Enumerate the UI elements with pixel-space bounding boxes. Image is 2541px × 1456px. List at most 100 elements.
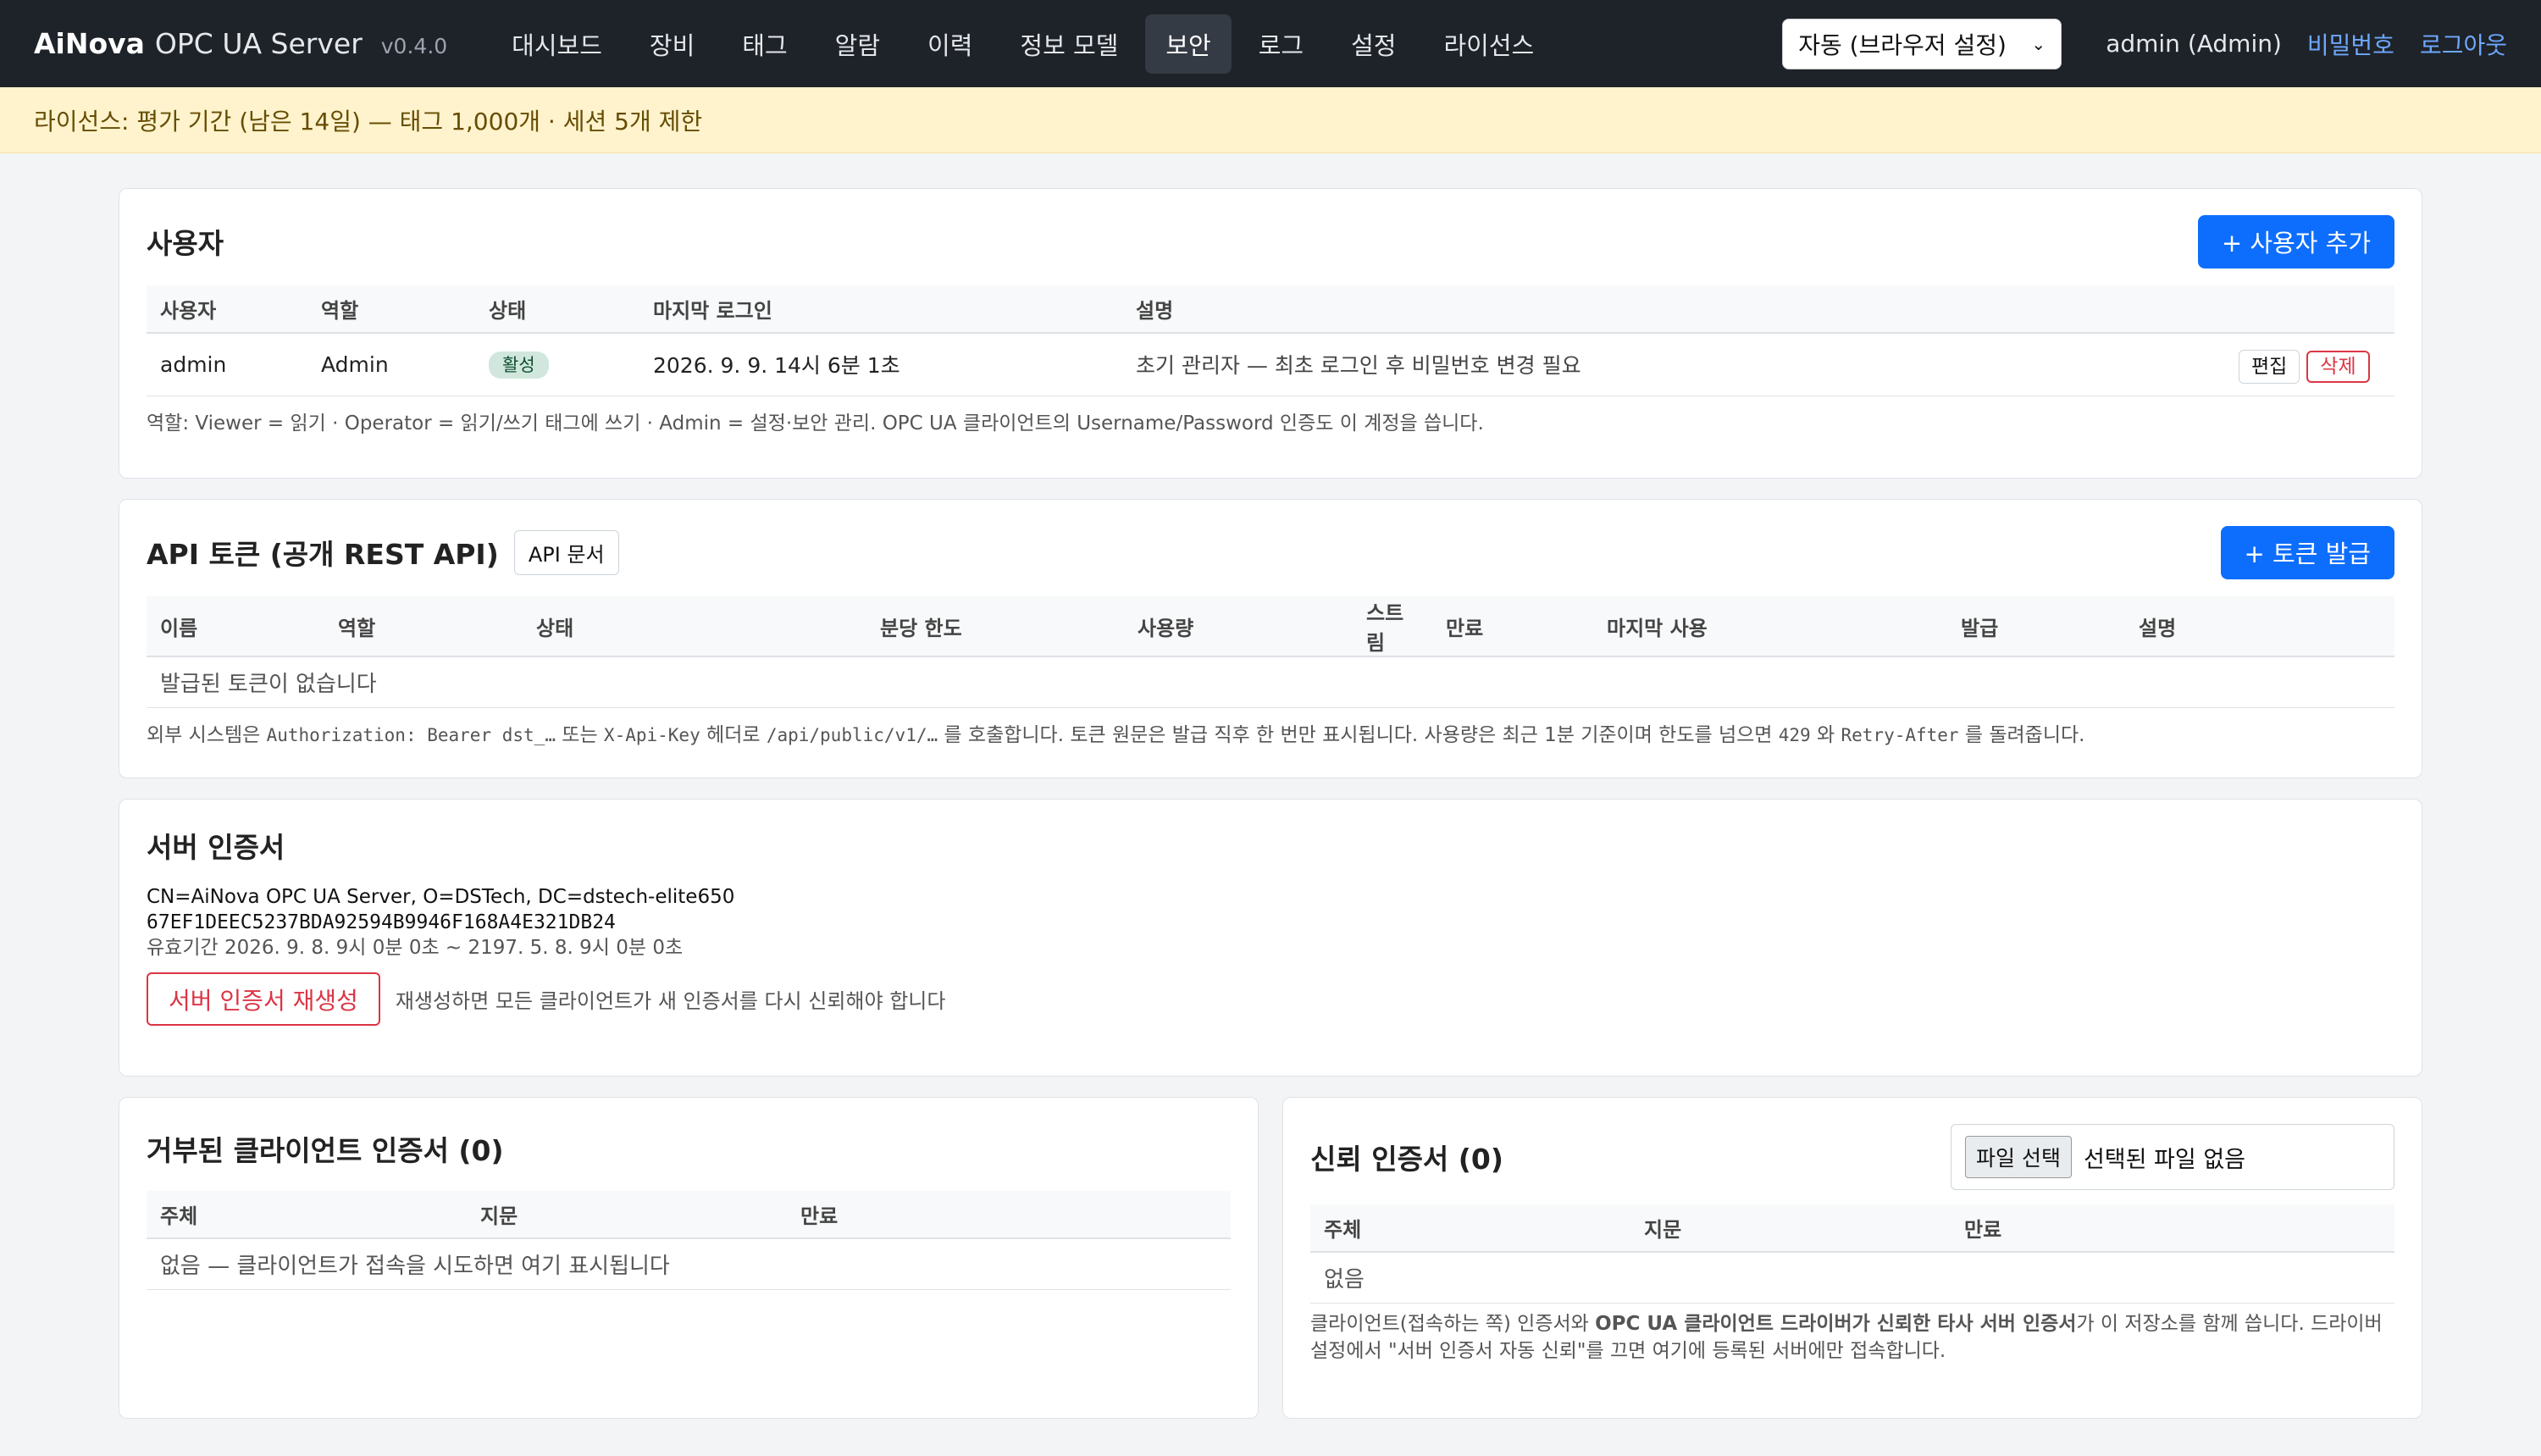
add-user-button[interactable]: + 사용자 추가 [2197,214,2394,269]
col-status: 상태 [523,596,866,657]
tokens-table: 이름 역할 상태 분당 한도 사용량 스트림 만료 마지막 사용 발급 설명 발… [147,596,2394,708]
col-expiry: 만료 [787,1191,1231,1239]
col-thumbprint: 지문 [1630,1204,1951,1253]
current-user: admin (Admin) [2106,30,2282,58]
col-subject: 주체 [1310,1204,1630,1253]
logout-link[interactable]: 로그아웃 [2420,27,2507,61]
rejected-title: 거부된 클라이언트 인증서 (0) [147,1134,504,1167]
nav-dashboard[interactable]: 대시보드 [491,14,623,74]
delete-user-button[interactable]: 삭제 [2306,351,2370,384]
user-name: admin [147,333,307,396]
cert-stores-row: 거부된 클라이언트 인증서 (0) 주체 지문 만료 없음 — 클라이언트가 접… [119,1097,2422,1419]
edit-user-button[interactable]: 편집 [2239,350,2300,385]
col-rate-limit: 분당 한도 [866,596,1124,657]
note-code: Authorization: Bearer dst_… [266,724,556,745]
note-text: 또는 [555,723,604,746]
nav-right: 자동 (브라우저 설정) ⌄ admin (Admin) 비밀번호 로그아웃 [1782,18,2507,69]
col-role: 역할 [307,285,475,334]
col-actions [2225,285,2394,334]
chevron-down-icon: ⌄ [2031,33,2046,54]
col-last-login: 마지막 로그인 [639,285,1122,334]
col-subject: 주체 [147,1191,467,1239]
password-link[interactable]: 비밀번호 [2307,27,2394,61]
note-text: 를 돌려줍니다. [1958,723,2085,746]
users-table-header: 사용자 역할 상태 마지막 로그인 설명 [147,285,2394,334]
trusted-table-header: 주체 지문 만료 [1310,1204,2394,1253]
server-cert-title: 서버 인증서 [147,831,285,864]
note-text: 와 [1810,723,1841,746]
col-thumbprint: 지문 [467,1191,787,1239]
tokens-table-header: 이름 역할 상태 분당 한도 사용량 스트림 만료 마지막 사용 발급 설명 [147,596,2394,657]
issue-token-button[interactable]: + 토큰 발급 [2220,525,2394,579]
note-text: 를 호출합니다. 토큰 원문은 발급 직후 한 번만 표시됩니다. 사용량은 최… [938,723,1779,746]
note-code: Retry-After [1841,724,1959,745]
main-content: 사용자 + 사용자 추가 사용자 역할 상태 마지막 로그인 설명 admin … [119,188,2422,1419]
regenerate-cert-button[interactable]: 서버 인증서 재생성 [147,972,380,1026]
users-card: 사용자 + 사용자 추가 사용자 역할 상태 마지막 로그인 설명 admin … [119,188,2422,479]
col-status: 상태 [475,285,639,334]
nav-security[interactable]: 보안 [1145,14,1232,74]
col-stream: 스트림 [1353,596,1432,657]
nav-alarms[interactable]: 알람 [815,14,900,74]
col-name: 이름 [147,596,324,657]
note-text: 외부 시스템은 [147,723,267,746]
nav-info-model[interactable]: 정보 모델 [999,14,1138,74]
brand-subtitle: OPC UA Server [154,27,363,60]
top-navbar: AiNova OPC UA Server v0.4.0 대시보드 장비 태그 알… [0,0,2541,87]
cert-thumbprint: 67EF1DEEC5237BDA92594B9946F168A4E321DB24 [147,911,616,933]
version-label: v0.4.0 [380,34,448,58]
trusted-title: 신뢰 인증서 (0) [1310,1143,1503,1176]
api-docs-button[interactable]: API 문서 [513,529,619,575]
cert-subject: CN=AiNova OPC UA Server, O=DSTech, DC=ds… [147,886,735,908]
note-code: X-Api-Key [603,724,700,745]
choose-file-button[interactable]: 파일 선택 [1965,1136,2072,1178]
status-badge: 활성 [489,352,549,379]
note-code: /api/public/v1/… [766,724,938,745]
users-table: 사용자 역할 상태 마지막 로그인 설명 admin Admin 활성 2026… [147,285,2394,396]
nav-license[interactable]: 라이선스 [1423,14,1554,74]
tokens-empty: 발급된 토큰이 없습니다 [147,656,2394,708]
col-expiry: 만료 [1432,596,1593,657]
brand-name: AiNova [34,27,145,60]
roles-note: 역할: Viewer = 읽기 · Operator = 읽기/쓰기 태그에 쓰… [147,412,1484,435]
brand[interactable]: AiNova OPC UA Server v0.4.0 [34,27,447,60]
nav-logs[interactable]: 로그 [1238,14,1324,74]
rejected-empty: 없음 — 클라이언트가 접속을 시도하면 여기 표시됩니다 [147,1238,1231,1290]
license-banner: 라이선스: 평가 기간 (남은 14일) — 태그 1,000개 · 세션 5개… [0,87,2541,153]
col-usage: 사용량 [1124,596,1353,657]
rejected-table-header: 주체 지문 만료 [147,1191,1231,1239]
note-strong: OPC UA 클라이언트 드라이버가 신뢰한 타사 서버 인증서 [1595,1312,2077,1335]
file-status: 선택된 파일 없음 [2083,1146,2245,1173]
api-tokens-card: API 토큰 (공개 REST API) API 문서 + 토큰 발급 이름 역… [119,499,2422,778]
user-last-login: 2026. 9. 9. 14시 6분 1초 [639,333,1122,396]
user-role: Admin [307,333,475,396]
table-row: 발급된 토큰이 없습니다 [147,656,2394,708]
rejected-table: 주체 지문 만료 없음 — 클라이언트가 접속을 시도하면 여기 표시됩니다 [147,1191,1231,1290]
theme-select[interactable]: 자동 (브라우저 설정) ⌄ [1782,18,2062,69]
users-title: 사용자 [147,227,224,260]
trusted-empty: 없음 [1310,1252,2394,1304]
cert-file-input[interactable]: 파일 선택 선택된 파일 없음 [1951,1124,2394,1190]
note-text: 헤더로 [700,723,767,746]
server-cert-card: 서버 인증서 CN=AiNova OPC UA Server, O=DSTech… [119,799,2422,1077]
col-description: 설명 [1122,285,2225,334]
nav-settings[interactable]: 설정 [1331,14,1416,74]
cert-validity: 유효기간 2026. 9. 8. 9시 0분 0초 ~ 2197. 5. 8. … [147,937,684,959]
col-description: 설명 [2125,596,2394,657]
user-description: 초기 관리자 — 최초 로그인 후 비밀번호 변경 필요 [1122,333,2225,396]
rejected-certs-card: 거부된 클라이언트 인증서 (0) 주체 지문 만료 없음 — 클라이언트가 접… [119,1097,1259,1419]
license-text: 라이선스: 평가 기간 (남은 14일) — 태그 1,000개 · 세션 5개… [34,107,703,136]
table-row: 없음 — 클라이언트가 접속을 시도하면 여기 표시됩니다 [147,1238,1231,1290]
table-row: 없음 [1310,1252,2394,1304]
col-issued: 발급 [1947,596,2125,657]
col-last-used: 마지막 사용 [1593,596,1947,657]
nav-devices[interactable]: 장비 [629,14,715,74]
tokens-note: 외부 시스템은 Authorization: Bearer dst_… 또는 X… [147,718,2394,747]
note-code: 429 [1778,724,1811,745]
nav-tags[interactable]: 태그 [722,14,807,74]
main-nav: 대시보드 장비 태그 알람 이력 정보 모델 보안 로그 설정 라이선스 [491,14,1554,74]
col-user: 사용자 [147,285,307,334]
regen-note: 재생성하면 모든 클라이언트가 새 인증서를 다시 신뢰해야 합니다 [395,989,946,1013]
nav-history[interactable]: 이력 [907,14,993,74]
col-role: 역할 [324,596,523,657]
